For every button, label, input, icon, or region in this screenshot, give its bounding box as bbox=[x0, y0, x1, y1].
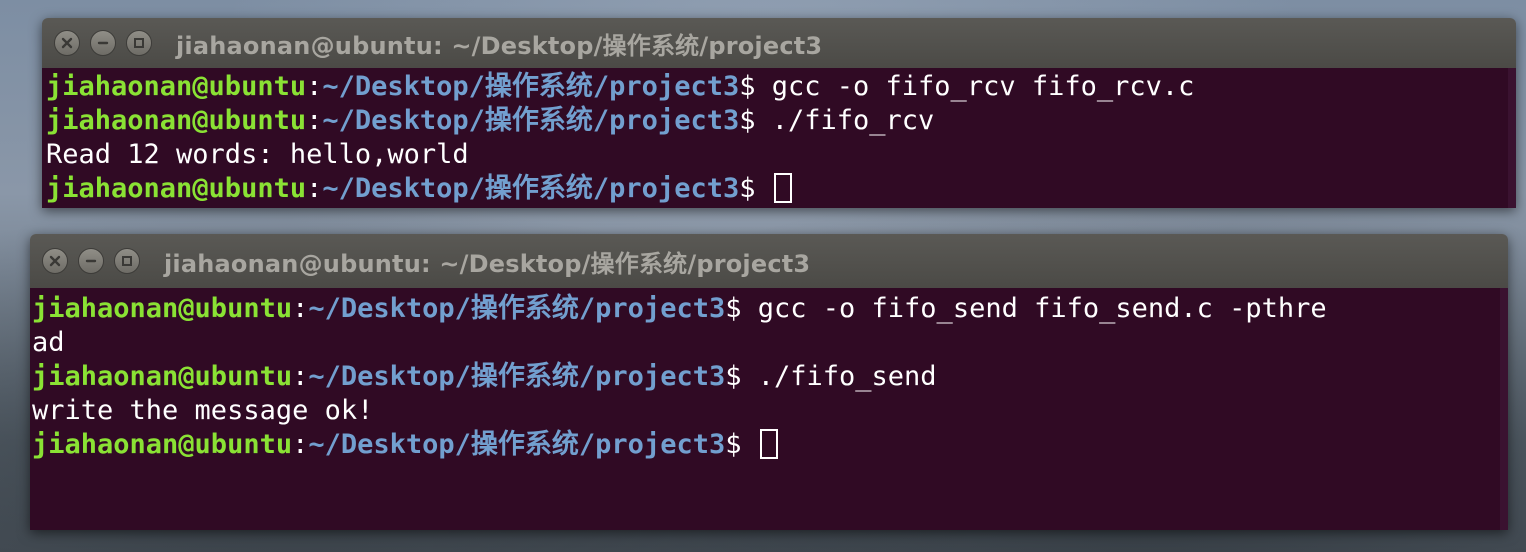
prompt-path: ~/Desktop/操作系统/project3 bbox=[322, 173, 740, 204]
prompt-path: ~/Desktop/操作系统/project3 bbox=[308, 361, 726, 392]
prompt-user: jiahaonan@ubuntu bbox=[32, 361, 293, 392]
prompt-user: jiahaonan@ubuntu bbox=[46, 105, 307, 136]
maximize-button[interactable] bbox=[114, 248, 140, 274]
close-icon bbox=[49, 255, 61, 267]
terminal-content[interactable]: jiahaonan@ubuntu:~/Desktop/操作系统/project3… bbox=[30, 288, 1508, 530]
prompt-dollar: $ bbox=[725, 429, 742, 460]
terminal-content[interactable]: jiahaonan@ubuntu:~/Desktop/操作系统/project3… bbox=[42, 68, 1516, 208]
maximize-button[interactable] bbox=[126, 30, 152, 56]
text-cursor bbox=[759, 429, 778, 459]
prompt-dollar: $ bbox=[725, 293, 742, 324]
terminal-line: jiahaonan@ubuntu:~/Desktop/操作系统/project3… bbox=[32, 292, 1508, 326]
terminal-window-sender[interactable]: jiahaonan@ubuntu: ~/Desktop/操作系统/project… bbox=[30, 234, 1508, 530]
window-titlebar[interactable]: jiahaonan@ubuntu: ~/Desktop/操作系统/project… bbox=[42, 18, 1516, 68]
window-title: jiahaonan@ubuntu: ~/Desktop/操作系统/project… bbox=[164, 249, 811, 278]
prompt-colon: : bbox=[306, 71, 323, 102]
close-button[interactable] bbox=[54, 30, 80, 56]
command-text: gcc -o fifo_rcv fifo_rcv.c bbox=[771, 71, 1195, 102]
prompt-dollar: $ bbox=[725, 361, 742, 392]
terminal-line: jiahaonan@ubuntu:~/Desktop/操作系统/project3… bbox=[46, 104, 1516, 138]
output-text: ad bbox=[32, 327, 65, 358]
prompt-user: jiahaonan@ubuntu bbox=[46, 173, 307, 204]
output-text: write the message ok! bbox=[32, 395, 374, 426]
command-text: gcc -o fifo_send fifo_send.c -pthre bbox=[757, 293, 1327, 324]
prompt-dollar: $ bbox=[739, 173, 756, 204]
terminal-line: jiahaonan@ubuntu:~/Desktop/操作系统/project3… bbox=[32, 428, 1508, 462]
terminal-line: jiahaonan@ubuntu:~/Desktop/操作系统/project3… bbox=[32, 360, 1508, 394]
prompt-user: jiahaonan@ubuntu bbox=[32, 429, 293, 460]
prompt-dollar: $ bbox=[739, 105, 756, 136]
command-text: ./fifo_rcv bbox=[771, 105, 935, 136]
prompt-user: jiahaonan@ubuntu bbox=[46, 71, 307, 102]
prompt-colon: : bbox=[292, 429, 309, 460]
text-cursor bbox=[773, 173, 792, 203]
prompt-colon: : bbox=[306, 173, 323, 204]
scrollbar[interactable] bbox=[1508, 68, 1516, 208]
prompt-colon: : bbox=[292, 293, 309, 324]
output-text: Read 12 words: hello,world bbox=[46, 139, 469, 170]
maximize-icon bbox=[122, 256, 132, 266]
maximize-icon bbox=[134, 38, 144, 48]
close-icon bbox=[61, 37, 73, 49]
terminal-line: write the message ok! bbox=[32, 394, 1508, 428]
window-titlebar[interactable]: jiahaonan@ubuntu: ~/Desktop/操作系统/project… bbox=[30, 234, 1508, 288]
terminal-line: ad bbox=[32, 326, 1508, 360]
prompt-path: ~/Desktop/操作系统/project3 bbox=[308, 293, 726, 324]
prompt-path: ~/Desktop/操作系统/project3 bbox=[308, 429, 726, 460]
prompt-dollar: $ bbox=[739, 71, 756, 102]
window-title: jiahaonan@ubuntu: ~/Desktop/操作系统/project… bbox=[176, 31, 823, 60]
prompt-colon: : bbox=[306, 105, 323, 136]
prompt-path: ~/Desktop/操作系统/project3 bbox=[322, 71, 740, 102]
terminal-window-receiver[interactable]: jiahaonan@ubuntu: ~/Desktop/操作系统/project… bbox=[42, 18, 1516, 208]
command-text: ./fifo_send bbox=[757, 361, 937, 392]
scrollbar[interactable] bbox=[1500, 288, 1508, 530]
prompt-colon: : bbox=[292, 361, 309, 392]
minimize-button[interactable] bbox=[90, 30, 116, 56]
prompt-user: jiahaonan@ubuntu bbox=[32, 293, 293, 324]
close-button[interactable] bbox=[42, 248, 68, 274]
minimize-icon bbox=[97, 41, 109, 45]
minimize-icon bbox=[85, 259, 97, 263]
terminal-line: Read 12 words: hello,world bbox=[46, 138, 1516, 172]
terminal-line: jiahaonan@ubuntu:~/Desktop/操作系统/project3… bbox=[46, 172, 1516, 206]
prompt-path: ~/Desktop/操作系统/project3 bbox=[322, 105, 740, 136]
minimize-button[interactable] bbox=[78, 248, 104, 274]
terminal-line: jiahaonan@ubuntu:~/Desktop/操作系统/project3… bbox=[46, 70, 1516, 104]
